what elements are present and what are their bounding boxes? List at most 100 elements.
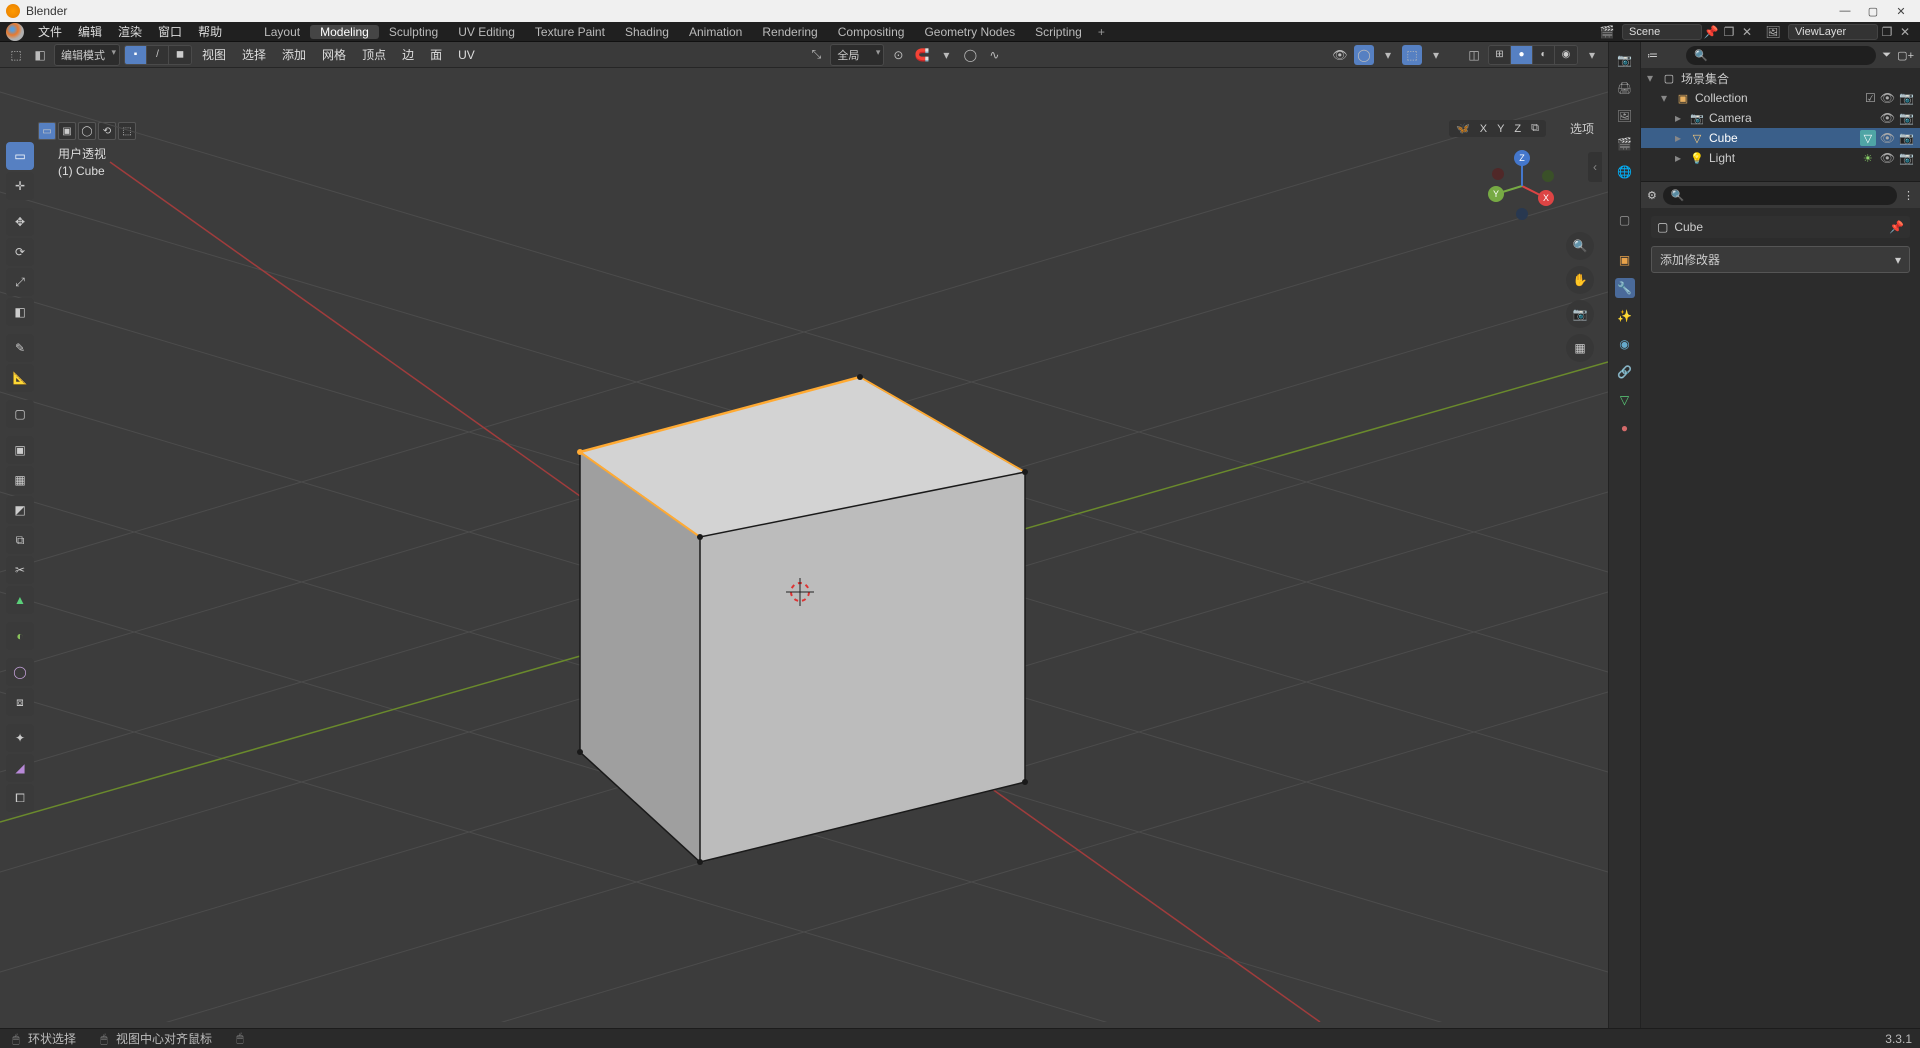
automerge-icon[interactable]: ⧉: [1528, 122, 1542, 135]
mirror-y[interactable]: Y: [1494, 123, 1507, 135]
tab-rendering[interactable]: Rendering: [752, 25, 827, 39]
prop-render-icon[interactable]: 📷: [1615, 50, 1635, 70]
tool-edgeslide[interactable]: ⧈: [6, 688, 34, 716]
tool-annotate[interactable]: ✎: [6, 334, 34, 362]
prop-output-icon[interactable]: 🖨: [1615, 78, 1635, 98]
tool-transform[interactable]: ◧: [6, 298, 34, 326]
properties-type-icon[interactable]: ⚙: [1647, 189, 1657, 202]
prop-constraints-icon[interactable]: 🔗: [1615, 362, 1635, 382]
prop-modifier-icon[interactable]: 🔧: [1615, 278, 1635, 298]
options-icon[interactable]: ⋮: [1903, 189, 1914, 202]
tab-layout[interactable]: Layout: [254, 25, 310, 39]
menu-window[interactable]: 窗口: [150, 22, 190, 42]
menu-file[interactable]: 文件: [30, 22, 70, 42]
camera-icon[interactable]: 📷: [1899, 111, 1914, 125]
outliner-type-icon[interactable]: ≔: [1647, 49, 1658, 62]
viewlayer-icon[interactable]: 🖼: [1764, 23, 1782, 41]
menu-help[interactable]: 帮助: [190, 22, 230, 42]
perspective-icon[interactable]: ▦: [1566, 334, 1594, 362]
tab-geometrynodes[interactable]: Geometry Nodes: [914, 25, 1025, 39]
newcollection-icon[interactable]: ▢+: [1897, 49, 1914, 62]
close-button[interactable]: ✕: [1888, 2, 1914, 20]
tab-sculpting[interactable]: Sculpting: [379, 25, 448, 39]
props-object-name[interactable]: Cube: [1674, 220, 1703, 234]
maximize-button[interactable]: ▢: [1860, 2, 1886, 20]
tool-loopcut[interactable]: ⧉: [6, 526, 34, 554]
tool-bevel[interactable]: ◩: [6, 496, 34, 524]
outliner-display-dropdown[interactable]: [1664, 53, 1680, 57]
3d-viewport[interactable]: ⬚ ◧ 编辑模式 ▪ / ◼ 视图 选择 添加 网格 顶点 边 面 UV ⤡ 全…: [0, 42, 1608, 1028]
tool-shrink[interactable]: ✦: [6, 724, 34, 752]
status-hint-1: 环状选择: [28, 1032, 76, 1046]
camera-icon[interactable]: 📷: [1899, 131, 1914, 145]
tool-scale[interactable]: ⤢: [6, 268, 34, 296]
zoom-icon[interactable]: 🔍: [1566, 232, 1594, 260]
tool-inset[interactable]: ▦: [6, 466, 34, 494]
tab-shading[interactable]: Shading: [615, 25, 679, 39]
eye-icon[interactable]: 👁: [1880, 91, 1895, 105]
filter-icon[interactable]: ⏷: [1882, 49, 1891, 62]
tool-cursor[interactable]: ✛: [6, 172, 34, 200]
prop-viewlayer-icon[interactable]: 🖼: [1615, 106, 1635, 126]
eye-icon[interactable]: 👁: [1880, 111, 1895, 125]
viewlayer-copy-icon[interactable]: ❐: [1878, 23, 1896, 41]
tab-modeling[interactable]: Modeling: [310, 25, 379, 39]
mirror-x[interactable]: X: [1477, 123, 1490, 135]
prop-particles-icon[interactable]: ✨: [1615, 306, 1635, 326]
pan-icon[interactable]: ✋: [1566, 266, 1594, 294]
tab-animation[interactable]: Animation: [679, 25, 752, 39]
viewport-options-dropdown[interactable]: 选项: [1570, 120, 1594, 137]
viewlayer-name-field[interactable]: ViewLayer: [1788, 24, 1878, 40]
prop-object-icon[interactable]: ▣: [1615, 250, 1635, 270]
butterfly-icon[interactable]: 🦋: [1453, 122, 1473, 135]
tool-addcube[interactable]: ▢: [6, 400, 34, 428]
prop-mesh-icon[interactable]: ▽: [1615, 390, 1635, 410]
scene-copy-icon[interactable]: ❐: [1720, 23, 1738, 41]
tool-knife[interactable]: ✂: [6, 556, 34, 584]
properties-search-input[interactable]: [1689, 188, 1889, 203]
prop-collection-icon[interactable]: ▢: [1615, 210, 1635, 230]
minimize-button[interactable]: —: [1832, 2, 1858, 20]
tool-measure[interactable]: 📐: [6, 364, 34, 392]
tool-rip[interactable]: ⧠: [6, 784, 34, 812]
check-icon[interactable]: ☑: [1865, 91, 1876, 105]
blender-logo-icon[interactable]: [6, 23, 24, 41]
tab-compositing[interactable]: Compositing: [828, 25, 915, 39]
prop-material-icon[interactable]: ●: [1615, 418, 1635, 438]
tool-tweak[interactable]: ▭: [6, 142, 34, 170]
prop-physics-icon[interactable]: ◉: [1615, 334, 1635, 354]
tab-uvediting[interactable]: UV Editing: [448, 25, 525, 39]
scene-name-field[interactable]: Scene: [1622, 24, 1702, 40]
viewport-canvas[interactable]: [0, 42, 1608, 1022]
eye-icon[interactable]: 👁: [1880, 151, 1895, 165]
prop-scene-icon[interactable]: 🎬: [1615, 134, 1635, 154]
scene-delete-icon[interactable]: ✕: [1738, 23, 1756, 41]
npanel-toggle-icon[interactable]: ‹: [1588, 152, 1602, 182]
cube-mesh[interactable]: [577, 374, 1028, 865]
camera-icon[interactable]: 📷: [1899, 91, 1914, 105]
nav-gizmo[interactable]: X Y Z: [1482, 146, 1562, 226]
camera-view-icon[interactable]: 📷: [1566, 300, 1594, 328]
tool-extrude[interactable]: ▣: [6, 436, 34, 464]
tab-texturepaint[interactable]: Texture Paint: [525, 25, 615, 39]
tool-smooth[interactable]: ◯: [6, 658, 34, 686]
menu-render[interactable]: 渲染: [110, 22, 150, 42]
eye-icon[interactable]: 👁: [1880, 131, 1895, 145]
pin-icon[interactable]: 📌: [1889, 220, 1904, 234]
scene-browse-icon[interactable]: 🎬: [1598, 23, 1616, 41]
mirror-z[interactable]: Z: [1511, 123, 1524, 135]
tool-polybuild[interactable]: ▲: [6, 586, 34, 614]
tool-move[interactable]: ✥: [6, 208, 34, 236]
outliner-search-input[interactable]: [1712, 48, 1869, 63]
menu-edit[interactable]: 编辑: [70, 22, 110, 42]
tool-rotate[interactable]: ⟳: [6, 238, 34, 266]
camera-icon[interactable]: 📷: [1899, 151, 1914, 165]
prop-world-icon[interactable]: 🌐: [1615, 162, 1635, 182]
add-modifier-dropdown[interactable]: 添加修改器 ▾: [1651, 246, 1910, 273]
scene-pin-icon[interactable]: 📌: [1702, 23, 1720, 41]
tool-shear[interactable]: ◢: [6, 754, 34, 782]
tool-spin[interactable]: ◐: [6, 622, 34, 650]
tab-scripting[interactable]: Scripting: [1025, 25, 1092, 39]
add-workspace-button[interactable]: +: [1092, 25, 1111, 39]
viewlayer-delete-icon[interactable]: ✕: [1896, 23, 1914, 41]
